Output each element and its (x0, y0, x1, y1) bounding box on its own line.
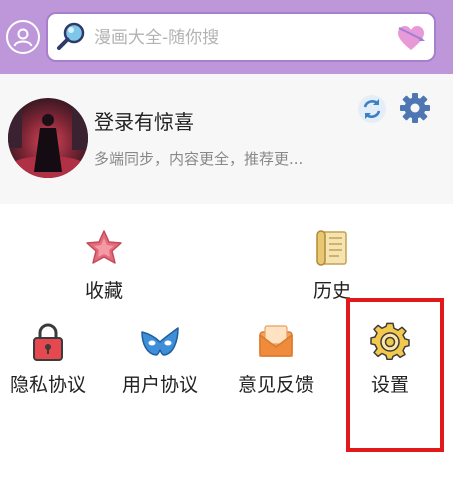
highlight-box (346, 298, 444, 452)
profile-card[interactable]: 登录有惊喜 多端同步，内容更全，推荐更... (0, 74, 453, 204)
search-bar[interactable] (46, 12, 436, 62)
profile-photo[interactable] (8, 98, 88, 178)
mask-icon (141, 327, 179, 356)
gear-icon[interactable] (399, 92, 431, 124)
lock-icon (33, 323, 63, 361)
feedback-item[interactable]: 意见反馈 (234, 322, 318, 397)
login-title[interactable]: 登录有惊喜 (94, 106, 194, 135)
feedback-label: 意见反馈 (237, 374, 314, 396)
envelope-icon (259, 325, 293, 357)
favorites-label: 收藏 (84, 280, 123, 302)
privacy-policy-item[interactable]: 隐私协议 (6, 322, 90, 397)
login-subtitle: 多端同步，内容更全，推荐更... (94, 150, 304, 168)
sync-icon[interactable] (357, 94, 387, 124)
privacy-policy-label: 隐私协议 (9, 374, 86, 396)
search-icon (57, 22, 85, 50)
top-bar (0, 0, 453, 74)
scroll-icon (316, 230, 347, 266)
heart-arrow-icon[interactable] (396, 24, 426, 52)
user-agreement-label: 用户协议 (121, 374, 198, 396)
search-input[interactable] (94, 22, 384, 54)
history-item[interactable]: 历史 (310, 228, 354, 303)
user-agreement-item[interactable]: 用户协议 (118, 322, 202, 397)
star-icon (86, 230, 122, 264)
user-avatar-icon[interactable] (6, 20, 40, 54)
favorites-item[interactable]: 收藏 (82, 228, 126, 303)
